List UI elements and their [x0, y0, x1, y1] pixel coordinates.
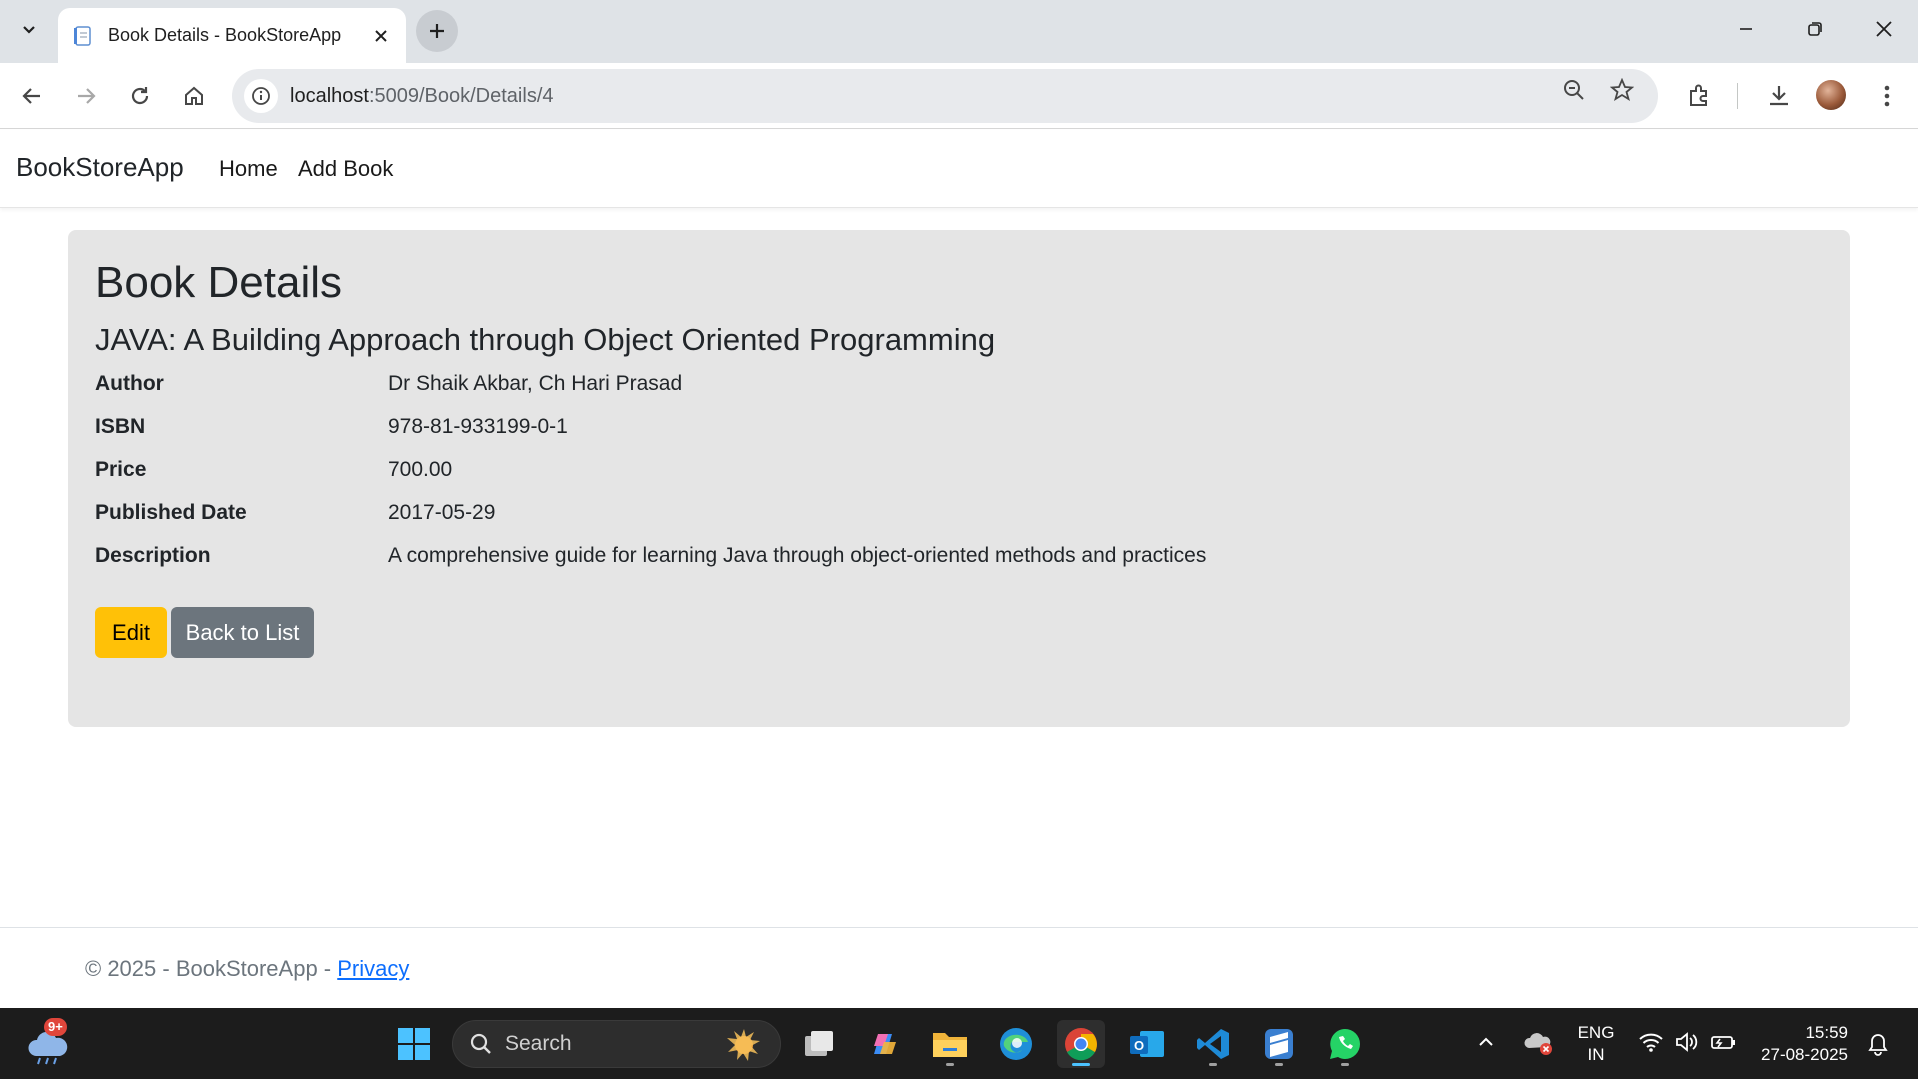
close-icon — [1876, 21, 1892, 37]
task-view-app[interactable] — [795, 1020, 843, 1068]
chevron-up-icon[interactable] — [1476, 1032, 1496, 1057]
folder-icon — [933, 1033, 967, 1057]
sublime-icon — [1265, 1029, 1293, 1059]
new-tab-button[interactable] — [416, 10, 458, 52]
detail-value: 700.00 — [388, 458, 453, 481]
edit-button[interactable]: Edit — [95, 607, 167, 658]
zoom-icon[interactable] — [1560, 76, 1588, 104]
onedrive-error-icon[interactable] — [1524, 1030, 1554, 1061]
language-indicator[interactable]: ENG IN — [1574, 1022, 1618, 1066]
outlook-icon: O — [1130, 1031, 1164, 1057]
minimize-button[interactable] — [1712, 0, 1780, 58]
edge-icon — [1000, 1028, 1032, 1060]
menu-kebab-icon[interactable] — [1870, 79, 1904, 113]
home-icon — [185, 86, 203, 105]
detail-label: Description — [95, 544, 211, 567]
footer-text: © 2025 - BookStoreApp - Privacy — [85, 956, 410, 981]
detail-label: Author — [95, 372, 164, 395]
plus-icon — [430, 24, 444, 38]
volume-icon[interactable] — [1674, 1030, 1700, 1059]
taskbar: 9+ Search O ENG IN 15:59 27-08-2025 — [0, 1008, 1918, 1079]
page-title: Book Details — [95, 258, 343, 307]
search-highlight-icon — [727, 1029, 760, 1061]
tab-title: Book Details - BookStoreApp — [108, 25, 342, 45]
chrome-app[interactable] — [1057, 1020, 1105, 1068]
close-tab-icon[interactable] — [370, 25, 392, 47]
detail-row-description: Description A comprehensive guide for le… — [95, 544, 1595, 574]
restore-icon — [1808, 22, 1822, 36]
site-navbar: BookStoreApp Home Add Book — [0, 130, 1918, 208]
reload-button[interactable] — [120, 76, 160, 116]
forward-button[interactable] — [66, 76, 106, 116]
arrow-right-icon — [78, 88, 96, 104]
url-text: localhost:5009/Book/Details/4 — [290, 84, 554, 107]
outlook-app[interactable]: O — [1123, 1020, 1171, 1068]
detail-label: Published Date — [95, 501, 247, 524]
detail-label: ISBN — [95, 415, 146, 438]
privacy-link[interactable]: Privacy — [337, 956, 409, 981]
bookmark-star-icon[interactable] — [1608, 76, 1636, 104]
detail-row-price: Price 700.00 — [95, 458, 1595, 488]
arrow-left-icon — [22, 88, 40, 104]
search-label: Search — [505, 1032, 572, 1055]
edge-app[interactable] — [992, 1020, 1040, 1068]
copilot-app[interactable] — [860, 1020, 908, 1068]
battery-icon[interactable] — [1710, 1030, 1738, 1059]
detail-row-published-date: Published Date 2017-05-29 — [95, 501, 1595, 531]
toolbar-divider — [1737, 83, 1738, 109]
clock[interactable]: 15:59 27-08-2025 — [1752, 1022, 1848, 1066]
detail-row-author: Author Dr Shaik Akbar, Ch Hari Prasad — [95, 372, 1595, 402]
detail-value: A comprehensive guide for learning Java … — [388, 544, 1207, 567]
vscode-icon — [1197, 1029, 1229, 1059]
site-info-icon[interactable] — [244, 79, 278, 113]
detail-value: 2017-05-29 — [388, 501, 496, 524]
taskbar-search[interactable]: Search — [452, 1020, 781, 1068]
site-footer: © 2025 - BookStoreApp - Privacy — [0, 927, 1918, 1008]
notification-bell-icon[interactable] — [1866, 1032, 1890, 1061]
back-to-list-button[interactable]: Back to List — [171, 607, 314, 658]
svg-text:O: O — [1134, 1038, 1144, 1053]
copilot-icon — [874, 1034, 896, 1054]
windows-logo-icon — [398, 1028, 430, 1060]
detail-label: Price — [95, 458, 147, 481]
nav-home-link[interactable]: Home — [219, 156, 278, 182]
brand-link[interactable]: BookStoreApp — [16, 152, 184, 183]
restore-button[interactable] — [1781, 0, 1849, 58]
vscode-app[interactable] — [1189, 1020, 1237, 1068]
book-title: JAVA: A Building Approach through Object… — [95, 322, 996, 357]
minimize-icon — [1740, 28, 1752, 30]
document-icon — [74, 25, 91, 46]
file-explorer-app[interactable] — [926, 1020, 974, 1068]
detail-value: 978-81-933199-0-1 — [388, 415, 568, 438]
web-page: BookStoreApp Home Add Book Book Details … — [0, 130, 1918, 1008]
profile-avatar[interactable] — [1816, 80, 1846, 110]
reload-icon — [131, 87, 149, 105]
browser-tab[interactable]: Book Details - BookStoreApp — [58, 8, 406, 63]
whatsapp-icon — [1330, 1029, 1360, 1059]
weather-badge: 9+ — [44, 1018, 67, 1036]
download-icon[interactable] — [1762, 79, 1796, 113]
tab-search-button[interactable] — [12, 12, 46, 46]
home-button[interactable] — [174, 76, 214, 116]
book-details-card: Book Details JAVA: A Building Approach t… — [68, 230, 1850, 727]
search-icon — [470, 1033, 491, 1054]
detail-row-isbn: ISBN 978-81-933199-0-1 — [95, 415, 1595, 445]
wifi-icon[interactable] — [1638, 1030, 1664, 1059]
start-button[interactable] — [390, 1020, 438, 1068]
chrome-icon — [1065, 1028, 1097, 1061]
task-view-icon — [805, 1031, 833, 1056]
extensions-icon[interactable] — [1682, 79, 1716, 113]
nav-add-book-link[interactable]: Add Book — [298, 156, 393, 182]
browser-tabstrip: Book Details - BookStoreApp — [0, 0, 1918, 63]
browser-toolbar: localhost:5009/Book/Details/4 — [0, 63, 1918, 129]
sublime-app[interactable] — [1255, 1020, 1303, 1068]
back-button[interactable] — [12, 76, 52, 116]
whatsapp-app[interactable] — [1321, 1020, 1369, 1068]
chevron-down-icon — [23, 26, 35, 34]
detail-value: Dr Shaik Akbar, Ch Hari Prasad — [388, 372, 683, 395]
address-bar[interactable]: localhost:5009/Book/Details/4 — [232, 69, 1658, 123]
close-window-button[interactable] — [1850, 0, 1918, 58]
